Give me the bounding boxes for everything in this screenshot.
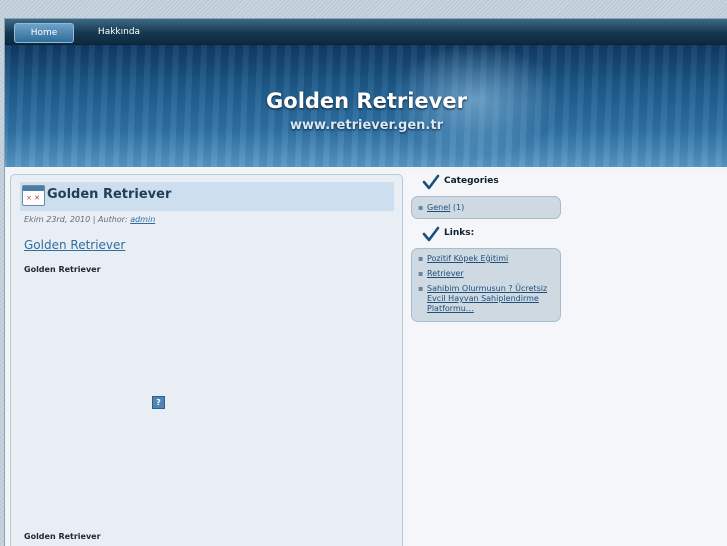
sidebar: Categories ▪ Genel (1) Links: ▪ Pozitif … bbox=[406, 170, 727, 546]
link-pozitif-kopek[interactable]: Pozitif Köpek Eğitimi bbox=[427, 254, 508, 263]
main-content: × ✕ Golden Retriever Ekim 23rd, 2010 | A… bbox=[10, 174, 403, 546]
checkmark-icon bbox=[422, 226, 440, 242]
link-sahibim-olurmusun[interactable]: Sahibim Olurmusun ? Ücretsiz Evcil Hayva… bbox=[427, 284, 547, 313]
site-title[interactable]: Golden Retriever bbox=[5, 89, 727, 113]
post-author-link[interactable]: admin bbox=[130, 215, 155, 224]
link-item: ▪ Pozitif Köpek Eğitimi bbox=[418, 254, 509, 263]
post-body-heading-bottom: Golden Retriever bbox=[24, 532, 101, 541]
link-item: ▪ Retriever bbox=[418, 269, 464, 278]
top-nav: Home Hakkında bbox=[5, 19, 727, 45]
page-frame: Home Hakkında Golden Retriever www.retri… bbox=[4, 18, 727, 546]
post-title[interactable]: Golden Retriever bbox=[47, 187, 171, 202]
link-item: ▪ Sahibim Olurmusun ? Ücretsiz Evcil Hay… bbox=[418, 284, 548, 313]
links-title: Links: bbox=[444, 228, 475, 238]
link-retriever[interactable]: Retriever bbox=[427, 269, 464, 278]
site-header: Golden Retriever www.retriever.gen.tr bbox=[5, 45, 727, 167]
links-box: ▪ Pozitif Köpek Eğitimi ▪ Retriever ▪ Sa… bbox=[411, 248, 561, 322]
broken-image-icon: ? bbox=[152, 396, 165, 409]
category-count: (1) bbox=[452, 203, 465, 212]
post-body-link[interactable]: Golden Retriever bbox=[24, 238, 125, 252]
post-meta: Ekim 23rd, 2010 | Author: admin bbox=[24, 215, 155, 224]
post-date: Ekim 23rd, 2010 | Author: bbox=[24, 215, 128, 224]
nav-home-tab[interactable]: Home bbox=[14, 23, 74, 43]
checkmark-icon bbox=[422, 174, 440, 190]
category-item: ▪ Genel (1) bbox=[418, 203, 465, 212]
calendar-icon: × ✕ bbox=[22, 185, 45, 206]
category-link-genel[interactable]: Genel bbox=[427, 203, 450, 212]
nav-about-tab[interactable]: Hakkında bbox=[89, 23, 149, 41]
site-url: www.retriever.gen.tr bbox=[290, 118, 443, 133]
post-header: × ✕ Golden Retriever bbox=[20, 182, 394, 211]
categories-box: ▪ Genel (1) bbox=[411, 196, 561, 219]
categories-title: Categories bbox=[444, 176, 499, 186]
post-body-heading: Golden Retriever bbox=[24, 265, 101, 274]
